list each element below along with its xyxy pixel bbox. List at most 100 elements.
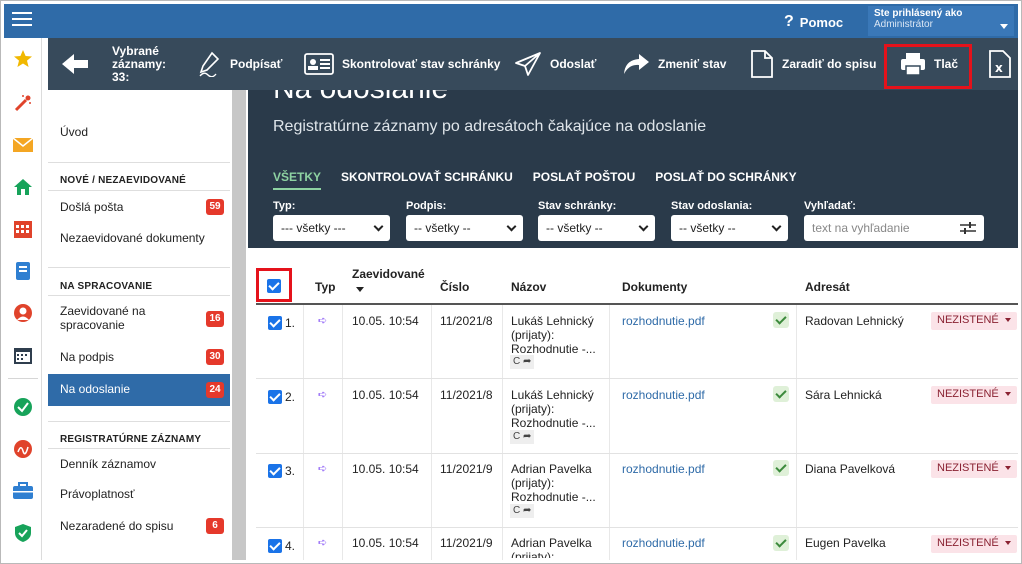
print-highlight [884, 44, 972, 89]
sign-button[interactable]: Podpísať [198, 38, 282, 90]
help-link[interactable]: ? Pomoc [784, 13, 843, 31]
action-toolbar: Vybrané záznamy: 33: Podpísať Skontrolov… [48, 38, 1018, 90]
row-recipient: Diana Pavelková [805, 462, 896, 476]
status-badge[interactable]: NEZISTENÉ [931, 460, 1017, 478]
row-date: 10.05. 10:54 [352, 462, 419, 476]
rail-divider [8, 378, 38, 379]
shield-icon[interactable] [12, 522, 34, 544]
count-badge: 16 [206, 311, 224, 327]
tab-vsetky[interactable]: VŠETKY [273, 170, 322, 190]
sidebar-item-na-odoslanie[interactable]: Na odoslanie 24 [48, 374, 230, 406]
row-number-id: 11/2021/8 [440, 314, 493, 328]
sliders-icon[interactable] [960, 221, 976, 235]
filter-label: Typ: [273, 200, 296, 212]
sidebar-item-zaevidovane[interactable]: Zaevidované na spracovanie 16 [48, 304, 230, 332]
search-input[interactable]: text na vyhľadanie [804, 215, 984, 241]
status-badge[interactable]: NEZISTENÉ [931, 535, 1017, 553]
document-link[interactable]: rozhodnutie.pdf [622, 536, 705, 550]
add-to-file-button[interactable]: Zaradiť do spisu [750, 38, 876, 90]
sidebar-divider [48, 421, 230, 422]
tab-skontrolovat-schranku[interactable]: SKONTROLOVAŤ SCHRÁNKU [341, 170, 513, 190]
typ-select[interactable]: --- všetky --- [273, 215, 390, 241]
row-date: 10.05. 10:54 [352, 536, 419, 550]
stav-odoslania-select[interactable]: -- všetky -- [671, 215, 788, 241]
row-number-id: 11/2021/8 [440, 388, 493, 402]
sidebar-item-nezaradene[interactable]: Nezaradené do spisu 6 [48, 518, 230, 534]
column-header-cislo[interactable]: Číslo [440, 280, 469, 294]
row-divider [256, 527, 1018, 528]
row-number-id: 11/2021/9 [440, 462, 493, 476]
chevron-down-icon [1004, 466, 1011, 471]
sidebar-item-uvod[interactable]: Úvod [48, 125, 230, 139]
column-header-zaevidovane[interactable]: Zaevidované [352, 267, 425, 292]
stav-schranky-select[interactable]: -- všetky -- [538, 215, 655, 241]
page-subtitle: Registratúrne záznamy po adresátoch čaka… [273, 118, 707, 135]
row-checkbox[interactable] [268, 390, 282, 404]
chevron-down-icon [506, 221, 517, 232]
tab-poslat-do-schranky[interactable]: POSLAŤ DO SCHRÁNKY [655, 170, 796, 190]
filter-tabs: VŠETKY SKONTROLOVAŤ SCHRÁNKU POSLAŤ POŠT… [273, 170, 817, 190]
user-caption: Ste prihlásený ako [874, 8, 963, 19]
sidebar-item-dennik[interactable]: Denník záznamov [48, 457, 230, 471]
column-header-dokumenty[interactable]: Dokumenty [622, 280, 687, 294]
back-arrow-icon[interactable] [62, 52, 88, 76]
row-checkbox[interactable] [268, 539, 282, 553]
column-header-typ[interactable]: Typ [315, 280, 335, 294]
book-icon[interactable] [12, 260, 34, 282]
column-divider [609, 305, 610, 560]
row-divider [256, 378, 1018, 379]
check-mailbox-button[interactable]: Skontrolovať stav schránky [304, 38, 500, 90]
sidebar-item-na-podpis[interactable]: Na podpis 30 [48, 349, 230, 365]
home-icon[interactable] [12, 176, 34, 198]
user-menu[interactable]: Ste prihlásený ako Administrátor [868, 6, 1014, 36]
user-icon[interactable] [12, 302, 34, 324]
briefcase-icon[interactable] [12, 480, 34, 502]
column-header-label: Zaevidované [352, 267, 425, 281]
sidebar-divider [48, 448, 230, 449]
document-link[interactable]: rozhodnutie.pdf [622, 314, 705, 328]
signature-circle-icon[interactable] [12, 438, 34, 460]
tab-poslat-postou[interactable]: POSLAŤ POŠTOU [533, 170, 635, 190]
excel-export-button[interactable]: x [988, 38, 1012, 90]
sidebar-divider [48, 190, 230, 191]
status-badge[interactable]: NEZISTENÉ [931, 312, 1017, 330]
help-label: Pomoc [799, 14, 844, 30]
filter-label: Podpis: [406, 200, 447, 212]
star-icon[interactable] [12, 48, 34, 70]
status-label: NEZISTENÉ [937, 462, 999, 474]
section-heading-processing: NA SPRACOVANIE [60, 281, 153, 292]
calendar-icon[interactable] [12, 344, 34, 366]
check-circle-icon[interactable] [12, 396, 34, 418]
calendar-grid-icon[interactable] [12, 218, 34, 240]
top-bar: ? Pomoc Ste prihlásený ako Administrátor [4, 4, 1018, 38]
document-link[interactable]: rozhodnutie.pdf [622, 388, 705, 402]
envelope-icon[interactable] [12, 134, 34, 156]
row-checkbox[interactable] [268, 464, 282, 478]
magic-wand-icon[interactable] [12, 92, 34, 114]
records-table: Typ Zaevidované Číslo Názov Dokumenty Ad… [248, 248, 1018, 560]
sidebar-divider [48, 267, 230, 268]
column-header-nazov[interactable]: Názov [511, 280, 546, 294]
header-divider [256, 303, 1018, 305]
chevron-down-icon [771, 221, 782, 232]
sidebar-item-dosla-posta[interactable]: Došlá pošta 59 [48, 199, 230, 215]
row-chip: C ➦ [510, 355, 535, 369]
change-state-button[interactable]: Zmeniť stav [622, 38, 726, 90]
sidebar-scrollbar[interactable] [232, 90, 246, 560]
filter-stav-schranky: Stav schránky: -- všetky -- [538, 200, 655, 241]
sidebar-item-label: Došlá pošta [60, 200, 124, 214]
status-badge[interactable]: NEZISTENÉ [931, 386, 1017, 404]
sign-label: Podpísať [230, 57, 283, 71]
menu-icon[interactable] [12, 12, 32, 28]
sidebar-item-pravoplatnost[interactable]: Právoplatnosť [48, 487, 230, 501]
column-divider [342, 305, 343, 560]
column-header-adresat[interactable]: Adresát [805, 280, 850, 294]
podpis-select[interactable]: -- všetky -- [406, 215, 523, 241]
row-checkbox[interactable] [268, 316, 282, 330]
row-number: 3. [285, 464, 296, 478]
send-button[interactable]: Odoslať [514, 38, 596, 90]
selected-records: Vybrané záznamy: 33: [112, 45, 172, 84]
document-link[interactable]: rozhodnutie.pdf [622, 462, 705, 476]
row-number: 2. [285, 390, 296, 404]
sidebar-item-nezaevidovane[interactable]: Nezaevidované dokumenty [48, 231, 230, 245]
